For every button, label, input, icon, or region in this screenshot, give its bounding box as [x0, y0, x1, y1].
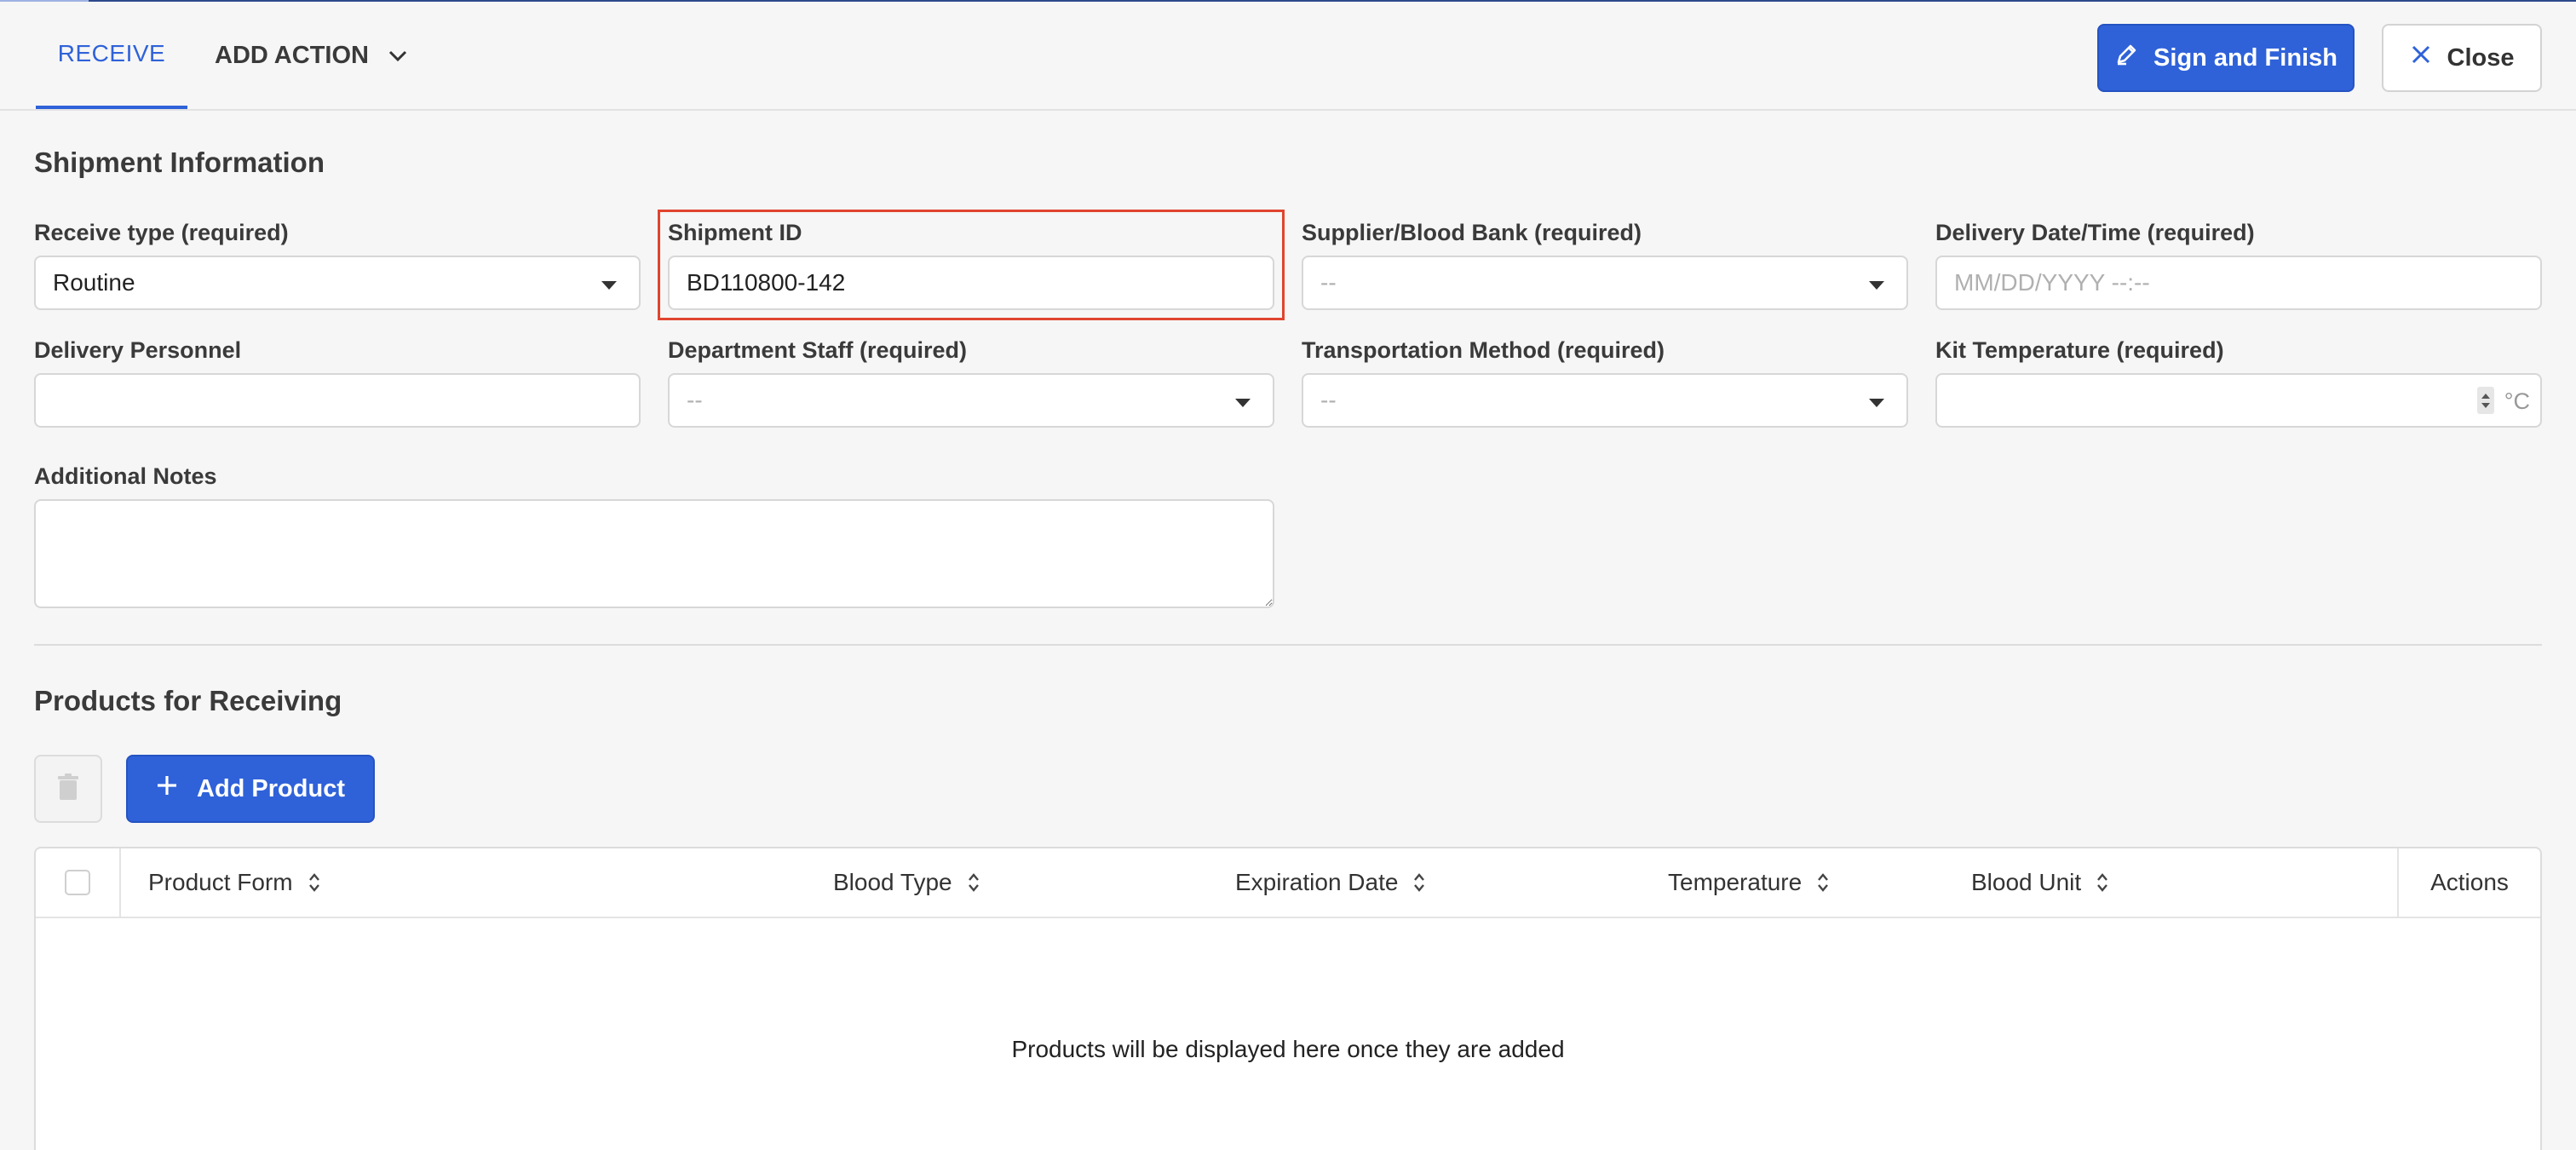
header-bar: RECEIVE ADD ACTION Sign and Finish Close — [0, 2, 2576, 111]
delivery-personnel-input[interactable] — [34, 373, 641, 428]
shipment-id-label: Shipment ID — [668, 220, 802, 245]
supplier-value: -- — [1320, 269, 1337, 296]
kit-temperature-label: Kit Temperature (required) — [1935, 337, 2224, 363]
sort-icon — [2096, 872, 2108, 893]
shipment-id-value: BD110800-142 — [687, 269, 846, 296]
column-header-temperature[interactable]: Temperature — [1668, 848, 1829, 917]
delivery-personnel-label: Delivery Personnel — [34, 337, 242, 363]
products-section-title: Products for Receiving — [34, 685, 342, 716]
column-header-product-form[interactable]: Product Form — [148, 848, 320, 917]
caret-down-icon — [1869, 399, 1884, 407]
sign-and-finish-button[interactable]: Sign and Finish — [2097, 24, 2355, 92]
trash-icon — [57, 773, 79, 805]
supplier-label: Supplier/Blood Bank (required) — [1302, 220, 1642, 245]
temperature-unit: °C — [2504, 388, 2530, 414]
tab-add-action[interactable]: ADD ACTION — [215, 2, 408, 109]
pen-icon — [2114, 43, 2138, 73]
shipment-section-title: Shipment Information — [34, 147, 325, 178]
caret-down-icon — [1235, 399, 1251, 407]
tab-add-action-label: ADD ACTION — [215, 41, 369, 69]
column-header-blood-unit[interactable]: Blood Unit — [1971, 848, 2108, 917]
sort-icon — [308, 872, 320, 893]
transport-method-value: -- — [1320, 387, 1337, 413]
delete-button[interactable] — [34, 755, 102, 823]
close-label: Close — [2447, 43, 2515, 72]
department-staff-select[interactable]: -- — [668, 373, 1274, 428]
caret-down-icon — [601, 281, 617, 290]
additional-notes-textarea[interactable] — [34, 499, 1274, 608]
column-header-actions: Actions — [2397, 848, 2540, 917]
products-table: Product Form Blood Type Expiration Date … — [34, 847, 2542, 1150]
add-product-label: Add Product — [197, 774, 345, 802]
sort-icon — [1413, 872, 1425, 893]
column-label: Blood Unit — [1971, 869, 2082, 895]
department-staff-value: -- — [687, 387, 703, 413]
column-label: Blood Type — [833, 869, 952, 895]
kit-temperature-input[interactable]: °C — [1935, 373, 2542, 428]
supplier-select[interactable]: -- — [1302, 256, 1908, 310]
select-all-checkbox[interactable] — [65, 870, 90, 895]
section-divider — [34, 644, 2542, 646]
delivery-datetime-label: Delivery Date/Time (required) — [1935, 220, 2255, 245]
delivery-datetime-field[interactable] — [1935, 256, 2542, 310]
receive-type-select[interactable]: Routine — [34, 256, 641, 310]
column-label: Product Form — [148, 869, 293, 895]
additional-notes-label: Additional Notes — [34, 463, 217, 489]
sign-and-finish-label: Sign and Finish — [2153, 43, 2337, 72]
column-header-expiration-date[interactable]: Expiration Date — [1235, 848, 1425, 917]
receive-type-value: Routine — [53, 269, 135, 296]
column-label: Expiration Date — [1235, 869, 1399, 895]
sort-icon — [1817, 872, 1829, 893]
sort-icon — [968, 872, 980, 893]
select-all-cell — [36, 848, 121, 917]
empty-table-message: Products will be displayed here once the… — [1011, 1036, 1565, 1062]
receive-type-label: Receive type (required) — [34, 220, 289, 245]
delivery-datetime-input[interactable] — [1954, 269, 2523, 296]
add-product-button[interactable]: Add Product — [126, 755, 375, 823]
caret-down-icon — [1869, 281, 1884, 290]
transport-method-select[interactable]: -- — [1302, 373, 1908, 428]
transport-method-label: Transportation Method (required) — [1302, 337, 1665, 363]
column-header-blood-type[interactable]: Blood Type — [833, 848, 980, 917]
close-icon — [2410, 43, 2432, 72]
chevron-down-icon — [388, 42, 408, 70]
tab-receive[interactable]: RECEIVE — [36, 2, 187, 109]
table-header: Product Form Blood Type Expiration Date … — [36, 848, 2540, 918]
number-spinner[interactable] — [2477, 387, 2494, 414]
shipment-id-input[interactable]: BD110800-142 — [668, 256, 1274, 310]
column-label: Temperature — [1668, 869, 1803, 895]
close-button[interactable]: Close — [2382, 24, 2542, 92]
plus-icon — [156, 774, 178, 803]
department-staff-label: Department Staff (required) — [668, 337, 968, 363]
